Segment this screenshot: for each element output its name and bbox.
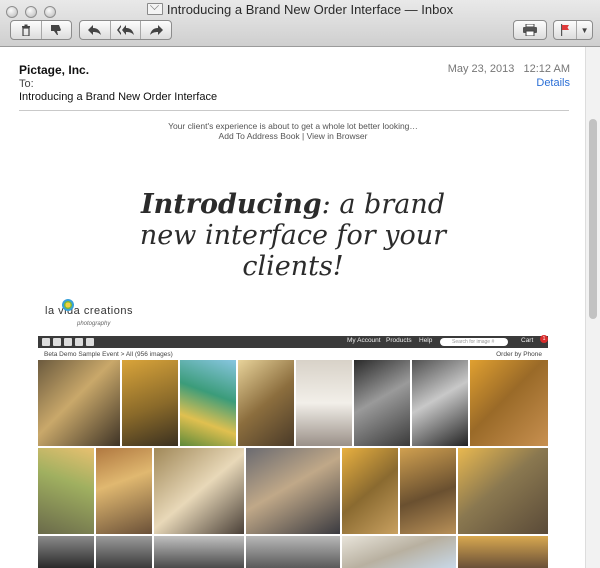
- preview-cart: Cart: [521, 337, 534, 344]
- preview-order-mode: Order by Phone: [496, 351, 542, 358]
- message-subject: Introducing a Brand New Order Interface: [19, 91, 218, 103]
- logo-subtext: photography: [77, 321, 111, 327]
- photo-thumbnail: [38, 360, 120, 446]
- photo-thumbnail: [354, 360, 410, 446]
- photo-thumbnail: [238, 360, 294, 446]
- grid-icon: [53, 338, 61, 346]
- photo-thumbnail: [38, 536, 94, 568]
- junk-button[interactable]: [42, 21, 72, 39]
- preview-search: Search for image #: [440, 338, 508, 346]
- photo-thumbnail: [122, 360, 178, 446]
- forward-icon: [150, 25, 164, 35]
- window-chrome: Introducing a Brand New Order Interface …: [0, 0, 600, 47]
- trash-icon: [21, 24, 30, 36]
- order-interface-preview[interactable]: My Account Products Help Search for imag…: [38, 335, 548, 568]
- check-icon: [86, 338, 94, 346]
- photo-thumbnail: [296, 360, 352, 446]
- reply-all-icon: [116, 25, 134, 35]
- print-button[interactable]: [514, 21, 546, 39]
- preview-help: Help: [419, 337, 433, 344]
- photo-thumbnail: [154, 448, 244, 534]
- plus-icon: [75, 338, 83, 346]
- thumbs-down-icon: [51, 25, 62, 35]
- flag-group: ▼: [553, 20, 593, 40]
- flag-button[interactable]: [554, 21, 578, 39]
- details-link[interactable]: Details: [536, 77, 570, 89]
- delete-junk-group: [10, 20, 72, 40]
- print-group: [513, 20, 547, 40]
- photo-thumbnail: [400, 448, 456, 534]
- preview-navbar: My Account Products Help Search for imag…: [38, 335, 548, 348]
- printer-icon: [523, 24, 537, 36]
- forward-button[interactable]: [141, 21, 171, 39]
- headline-emphasis: Introducing: [140, 189, 322, 220]
- photo-thumbnail: [246, 536, 340, 568]
- photo-thumbnail: [180, 360, 236, 446]
- photo-grid: [38, 360, 548, 568]
- preview-products: Products: [386, 337, 412, 344]
- logo-text: la vida creations: [45, 305, 133, 317]
- photo-thumbnail: [470, 360, 548, 446]
- message-header: Pictage, Inc. To: Introducing a Brand Ne…: [0, 47, 586, 111]
- preheader-links: Add To Address Book | View in Browser: [0, 131, 586, 141]
- photo-thumbnail: [246, 448, 340, 534]
- cart-count-badge: 1: [540, 335, 548, 343]
- preview-my-account: My Account: [347, 337, 381, 344]
- headline-line2: new interface for your: [139, 220, 447, 251]
- photo-thumbnail: [38, 448, 94, 534]
- photo-thumbnail: [342, 448, 398, 534]
- add-to-address-book-link[interactable]: Add To Address Book: [219, 131, 300, 141]
- scrollbar-thumb[interactable]: [589, 119, 597, 319]
- reply-icon: [87, 25, 101, 35]
- preheader-text: Your client's experience is about to get…: [168, 121, 418, 131]
- view-in-browser-link[interactable]: View in Browser: [307, 131, 368, 141]
- preview-toolbar-icons: [42, 338, 94, 346]
- list-icon: [64, 338, 72, 346]
- photo-thumbnail: [458, 448, 548, 534]
- photo-thumbnail: [96, 536, 152, 568]
- brand-logo: la vida creations photography: [45, 299, 135, 335]
- sender-name: Pictage, Inc.: [19, 63, 90, 77]
- sun-logo-icon: [62, 299, 74, 311]
- reply-button[interactable]: [80, 21, 111, 39]
- photo-thumbnail: [412, 360, 468, 446]
- photo-thumbnail: [154, 536, 244, 568]
- message-scrollbar[interactable]: [585, 47, 600, 568]
- preview-breadcrumb: Beta Demo Sample Event > All (956 images…: [44, 351, 173, 358]
- envelope-icon: [146, 3, 163, 15]
- message-date: May 23, 2013 12:12 AM: [447, 63, 570, 75]
- window-title: Introducing a Brand New Order Interface …: [0, 2, 600, 17]
- flag-menu-button[interactable]: ▼: [577, 21, 592, 39]
- home-icon: [42, 338, 50, 346]
- header-divider: [19, 110, 569, 111]
- chevron-down-icon: ▼: [580, 25, 589, 35]
- delete-button[interactable]: [11, 21, 42, 39]
- headline-part1: : a brand: [321, 189, 445, 220]
- headline-line3: clients!: [242, 251, 344, 282]
- photo-thumbnail: [458, 536, 548, 568]
- recipient-label: To:: [19, 78, 34, 90]
- headline: Introducing: a brand new interface for y…: [0, 189, 586, 282]
- reply-group: [79, 20, 172, 40]
- link-separator: |: [302, 131, 305, 141]
- flag-icon: [561, 24, 570, 36]
- photo-thumbnail: [96, 448, 152, 534]
- reply-all-button[interactable]: [111, 21, 142, 39]
- photo-thumbnail: [342, 536, 456, 568]
